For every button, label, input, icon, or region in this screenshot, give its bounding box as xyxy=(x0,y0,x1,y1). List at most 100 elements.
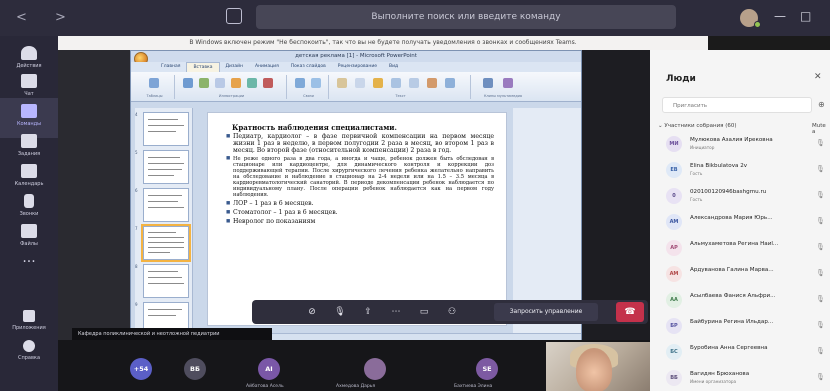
participant-avatar: БС xyxy=(666,344,682,360)
request-control-button[interactable]: Запросить управление xyxy=(494,303,598,321)
nav-arrows[interactable]: < > xyxy=(16,10,78,25)
camera-off-icon[interactable]: ⊘ xyxy=(306,306,318,318)
minimize-button[interactable]: — xyxy=(774,9,786,23)
share-link-icon[interactable]: ⊕ xyxy=(818,100,825,109)
participants-section-header[interactable]: ⌄ Участники собрания (60) xyxy=(658,123,737,129)
slide-thumbnails: 4 5 6 7 8 9 xyxy=(135,108,193,341)
participant-row[interactable]: БС Буробина Анна Сергеевна 🎙 xyxy=(650,340,830,364)
shared-screen-stage: детская реклама [1] - Microsoft PowerPoi… xyxy=(58,50,650,341)
symbol-icon[interactable] xyxy=(427,78,437,88)
ppt-tab-active[interactable]: Вставка xyxy=(186,62,220,72)
calendar-icon xyxy=(21,164,37,178)
participant-avatar: EB xyxy=(666,162,682,178)
ribbon-group-links: Связи xyxy=(289,75,329,99)
powerpoint-window: детская реклама [1] - Microsoft PowerPoi… xyxy=(130,50,582,341)
thumb-number: 5 xyxy=(135,150,138,155)
participant-row[interactable]: МИ Мулюкова Азалия Ирековна Инициатор 🎙 xyxy=(650,132,830,156)
participant-role: Гость xyxy=(690,171,703,176)
ppt-tab[interactable]: Рецензирование xyxy=(332,62,383,72)
ppt-tab[interactable]: Вид xyxy=(383,62,404,72)
participant-avatar: АА xyxy=(666,292,682,308)
mic-muted-icon: 🎙 xyxy=(816,243,825,251)
slide-thumbnail[interactable] xyxy=(143,112,189,146)
slide-bullets: Педиатр, кардиолог – в фазе первичной ко… xyxy=(226,133,494,227)
slide-bullet: Стоматолог – 1 раз в 6 месяцев. xyxy=(226,209,494,216)
ppt-title: детская реклама [1] - Microsoft PowerPoi… xyxy=(131,51,581,62)
slide-thumbnail-selected[interactable] xyxy=(141,224,191,262)
movie-icon[interactable] xyxy=(483,78,493,88)
participant-name: Байбурина Регина Ильдар... xyxy=(690,319,774,325)
action-icon[interactable] xyxy=(311,78,321,88)
chat-icon[interactable]: ▭ xyxy=(418,306,430,318)
ribbon-group-illustrations: Иллюстрации xyxy=(177,75,287,99)
gallery-avatar-photo xyxy=(364,358,386,380)
picture-icon[interactable] xyxy=(183,78,193,88)
header-footer-icon[interactable] xyxy=(355,78,365,88)
participant-row[interactable]: АМ Александрова Мария Юрь... 🎙 xyxy=(650,210,830,234)
ppt-tab[interactable]: Главная xyxy=(155,62,186,72)
help-icon xyxy=(23,340,35,352)
compose-icon[interactable] xyxy=(226,8,242,24)
current-slide[interactable]: Кратность наблюдения специалистами. Педи… xyxy=(207,112,507,326)
slide-bullet: ЛОР – 1 раз в 6 месяцев. xyxy=(226,200,494,207)
gallery-avatar: AI xyxy=(258,358,280,380)
textbox-icon[interactable] xyxy=(337,78,347,88)
mic-muted-icon: 🎙 xyxy=(816,269,825,277)
shapes-icon[interactable] xyxy=(231,78,241,88)
participant-row[interactable]: АА Асылбаева Фанися Альфри... 🎙 xyxy=(650,288,830,312)
more-icon[interactable]: ⋯ xyxy=(390,306,402,318)
overflow-participants[interactable]: +54 xyxy=(130,358,152,380)
hyperlink-icon[interactable] xyxy=(295,78,305,88)
participant-name: Асылбаева Фанися Альфри... xyxy=(690,293,776,299)
chart-icon[interactable] xyxy=(263,78,273,88)
object-icon[interactable] xyxy=(445,78,455,88)
smartart-icon[interactable] xyxy=(247,78,257,88)
participant-row[interactable]: 0 020100120946bashgmu.ru Гость 🎙 xyxy=(650,184,830,208)
dnd-banner: В Windows включен режим "Не беспокоить",… xyxy=(58,36,708,50)
slide-thumbnail[interactable] xyxy=(143,188,189,222)
participant-row[interactable]: EB Elina Bikbulatova 2v Гость 🎙 xyxy=(650,158,830,182)
slide-title: Кратность наблюдения специалистами. xyxy=(232,123,397,132)
clipart-icon[interactable] xyxy=(199,78,209,88)
wordart-icon[interactable] xyxy=(373,78,383,88)
ppt-ribbon-tabs: Главная Вставка Дизайн Анимация Показ сл… xyxy=(131,62,581,72)
participant-row[interactable]: АР Альмухаметова Регина Наиl... 🎙 xyxy=(650,236,830,260)
mic-icon[interactable]: 🎙 xyxy=(334,306,346,318)
ppt-ribbon: Таблицы Иллюстрации Связи Текст Клипы му… xyxy=(131,72,581,102)
apps-icon xyxy=(23,310,35,322)
people-icon[interactable]: ⚇ xyxy=(446,306,458,318)
slide-number-icon[interactable] xyxy=(409,78,419,88)
search-input[interactable]: Выполните поиск или введите команду xyxy=(256,5,676,29)
ppt-tab[interactable]: Показ слайдов xyxy=(285,62,332,72)
participant-row[interactable]: БР Байбурина Регина Ильдар... 🎙 xyxy=(650,314,830,338)
sound-icon[interactable] xyxy=(503,78,513,88)
slide-thumbnail[interactable] xyxy=(143,150,189,184)
ppt-tab[interactable]: Анимация xyxy=(249,62,285,72)
files-icon xyxy=(21,224,37,238)
people-title: Люди xyxy=(666,74,696,84)
hangup-button[interactable]: ☎ xyxy=(616,302,644,322)
participant-row[interactable]: ВБ Вагидян Брюханова Имени организатора 🎙 xyxy=(650,366,830,390)
slide-thumbnail[interactable] xyxy=(143,264,189,298)
participant-name: Александрова Мария Юрь... xyxy=(690,215,773,221)
ribbon-group-text: Текст xyxy=(331,75,471,99)
gallery-name: Ахмедова Дарья xyxy=(336,384,376,389)
close-icon[interactable]: ✕ xyxy=(814,72,822,82)
participant-avatar: БР xyxy=(666,318,682,334)
ribbon-group-media: Клипы мультимедиа xyxy=(473,75,533,99)
album-icon[interactable] xyxy=(215,78,225,88)
participant-role: Имени организатора xyxy=(690,379,737,384)
participant-role: Гость xyxy=(690,197,703,202)
stage-right-area xyxy=(582,50,650,340)
maximize-button[interactable]: □ xyxy=(800,9,811,23)
table-icon[interactable] xyxy=(149,78,159,88)
date-time-icon[interactable] xyxy=(391,78,401,88)
more-apps-button[interactable]: ... xyxy=(0,250,58,266)
rail-item-help[interactable]: Справка xyxy=(0,334,58,374)
slide-bullet: Невролог по показаниям xyxy=(226,218,494,225)
invite-input[interactable]: Пригласить xyxy=(662,97,812,113)
share-icon[interactable]: ⇪ xyxy=(362,306,374,318)
slide-bullet: Педиатр, кардиолог – в фазе первичной ко… xyxy=(226,133,494,154)
ppt-tab[interactable]: Дизайн xyxy=(220,62,249,72)
participant-row[interactable]: АМ Ардуванова Галина Марва... 🎙 xyxy=(650,262,830,286)
